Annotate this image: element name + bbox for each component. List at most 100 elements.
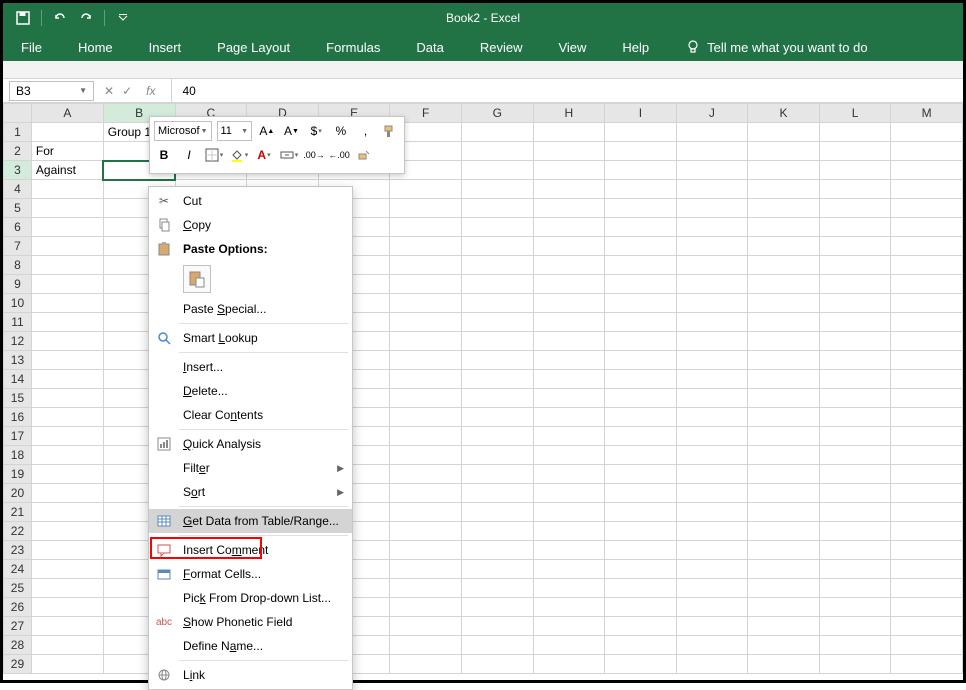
cell-F21[interactable]	[390, 503, 462, 522]
cell-M21[interactable]	[891, 503, 963, 522]
cell-G10[interactable]	[461, 294, 533, 313]
italic-button[interactable]: I	[179, 145, 199, 165]
cell-F7[interactable]	[390, 237, 462, 256]
cell-J2[interactable]	[676, 142, 748, 161]
cell-K15[interactable]	[748, 389, 820, 408]
cell-H26[interactable]	[533, 598, 605, 617]
cell-J7[interactable]	[676, 237, 748, 256]
redo-button[interactable]	[74, 6, 98, 30]
cell-G5[interactable]	[461, 199, 533, 218]
row-header-18[interactable]: 18	[4, 446, 32, 465]
cell-F27[interactable]	[390, 617, 462, 636]
row-header-25[interactable]: 25	[4, 579, 32, 598]
percent-format-button[interactable]: %	[331, 121, 351, 141]
cell-J26[interactable]	[676, 598, 748, 617]
row-header-17[interactable]: 17	[4, 427, 32, 446]
tab-help[interactable]: Help	[614, 36, 657, 59]
cell-H19[interactable]	[533, 465, 605, 484]
cell-M12[interactable]	[891, 332, 963, 351]
fill-color-button[interactable]: ▾	[229, 145, 249, 165]
cell-I29[interactable]	[605, 655, 677, 674]
cell-I13[interactable]	[605, 351, 677, 370]
confirm-button[interactable]: ✓	[122, 84, 132, 98]
ctx-quick-analysis[interactable]: Quick Analysis	[149, 432, 352, 456]
cell-M2[interactable]	[891, 142, 963, 161]
cell-G27[interactable]	[461, 617, 533, 636]
cell-F8[interactable]	[390, 256, 462, 275]
row-header-27[interactable]: 27	[4, 617, 32, 636]
cell-L20[interactable]	[819, 484, 891, 503]
cell-H29[interactable]	[533, 655, 605, 674]
cell-K11[interactable]	[748, 313, 820, 332]
cell-G9[interactable]	[461, 275, 533, 294]
ctx-sort[interactable]: Sort ▶	[149, 480, 352, 504]
cell-G25[interactable]	[461, 579, 533, 598]
cell-K27[interactable]	[748, 617, 820, 636]
cell-L21[interactable]	[819, 503, 891, 522]
ctx-pick-from-list[interactable]: Pick From Drop-down List...	[149, 586, 352, 610]
cell-J25[interactable]	[676, 579, 748, 598]
ctx-show-phonetic[interactable]: abc Show Phonetic Field	[149, 610, 352, 634]
font-size-select[interactable]: 11▼	[217, 121, 253, 141]
row-header-6[interactable]: 6	[4, 218, 32, 237]
fx-icon[interactable]: fx	[146, 84, 155, 98]
cell-I2[interactable]	[605, 142, 677, 161]
row-header-15[interactable]: 15	[4, 389, 32, 408]
cell-L28[interactable]	[819, 636, 891, 655]
ctx-format-cells[interactable]: Format Cells...	[149, 562, 352, 586]
cell-L19[interactable]	[819, 465, 891, 484]
cell-H4[interactable]	[533, 180, 605, 199]
cell-G7[interactable]	[461, 237, 533, 256]
decrease-font-button[interactable]: A▼	[282, 121, 302, 141]
accounting-format-button[interactable]: $▾	[306, 121, 326, 141]
cell-K23[interactable]	[748, 541, 820, 560]
cell-A11[interactable]	[31, 313, 103, 332]
cell-A23[interactable]	[31, 541, 103, 560]
cell-L16[interactable]	[819, 408, 891, 427]
cell-A21[interactable]	[31, 503, 103, 522]
font-family-select[interactable]: Microsof▼	[154, 121, 212, 141]
cell-I21[interactable]	[605, 503, 677, 522]
ctx-get-data-from-table[interactable]: Get Data from Table/Range...	[149, 509, 352, 533]
cell-H27[interactable]	[533, 617, 605, 636]
cell-J5[interactable]	[676, 199, 748, 218]
cell-I18[interactable]	[605, 446, 677, 465]
cell-M4[interactable]	[891, 180, 963, 199]
cell-G3[interactable]	[461, 161, 533, 180]
cell-F17[interactable]	[390, 427, 462, 446]
row-header-12[interactable]: 12	[4, 332, 32, 351]
formula-input[interactable]: 40	[171, 79, 963, 102]
cell-F29[interactable]	[390, 655, 462, 674]
increase-decimal-button[interactable]: .00→	[304, 145, 324, 165]
cell-H24[interactable]	[533, 560, 605, 579]
tab-file[interactable]: File	[13, 36, 50, 59]
cell-A20[interactable]	[31, 484, 103, 503]
cell-M10[interactable]	[891, 294, 963, 313]
column-header-L[interactable]: L	[819, 104, 891, 123]
cell-A24[interactable]	[31, 560, 103, 579]
row-header-23[interactable]: 23	[4, 541, 32, 560]
cell-A18[interactable]	[31, 446, 103, 465]
row-header-20[interactable]: 20	[4, 484, 32, 503]
cell-I23[interactable]	[605, 541, 677, 560]
row-header-24[interactable]: 24	[4, 560, 32, 579]
cell-J3[interactable]	[676, 161, 748, 180]
tab-formulas[interactable]: Formulas	[318, 36, 388, 59]
cell-I7[interactable]	[605, 237, 677, 256]
cell-M26[interactable]	[891, 598, 963, 617]
cell-J29[interactable]	[676, 655, 748, 674]
cell-L8[interactable]	[819, 256, 891, 275]
cell-L22[interactable]	[819, 522, 891, 541]
cell-A15[interactable]	[31, 389, 103, 408]
cell-J15[interactable]	[676, 389, 748, 408]
ctx-insert-comment[interactable]: Insert Comment	[149, 538, 352, 562]
cell-M22[interactable]	[891, 522, 963, 541]
cell-H16[interactable]	[533, 408, 605, 427]
decrease-decimal-button[interactable]: ←.00	[329, 145, 349, 165]
cell-J17[interactable]	[676, 427, 748, 446]
cell-G19[interactable]	[461, 465, 533, 484]
cell-L15[interactable]	[819, 389, 891, 408]
ctx-delete[interactable]: Delete...	[149, 379, 352, 403]
tab-home[interactable]: Home	[70, 36, 121, 59]
ctx-insert[interactable]: Insert...	[149, 355, 352, 379]
